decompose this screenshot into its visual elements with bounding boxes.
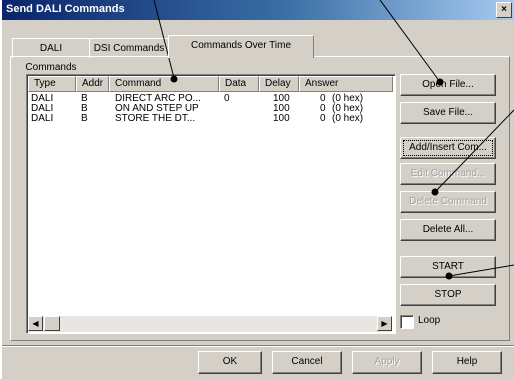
cell-addr: B — [81, 113, 88, 124]
column-header-data[interactable]: Data — [219, 76, 259, 92]
column-header-command[interactable]: Command — [109, 76, 219, 92]
cell-type: DALI — [31, 113, 54, 124]
help-button[interactable]: Help — [432, 351, 502, 374]
ok-button[interactable]: OK — [198, 351, 262, 374]
apply-button[interactable]: Apply — [352, 351, 422, 374]
dialog-window: Send DALI Commands × DALI Commands DSI C… — [2, 0, 514, 379]
scroll-right-button[interactable]: ▶ — [377, 316, 392, 331]
tab-commands-over-time[interactable]: Commands Over Time — [168, 35, 314, 58]
scroll-left-button[interactable]: ◀ — [28, 316, 43, 331]
title-bar: Send DALI Commands × — [2, 0, 514, 20]
command-list[interactable]: Type Addr Command Data Delay Answer DALI… — [26, 74, 396, 334]
delete-all-button[interactable]: Delete All... — [400, 219, 496, 241]
column-header-delay[interactable]: Delay — [259, 76, 299, 92]
edit-command-button[interactable]: Edit Command... — [400, 163, 496, 185]
close-icon: × — [501, 4, 507, 15]
column-header-addr[interactable]: Addr — [76, 76, 109, 92]
scroll-thumb[interactable] — [44, 316, 60, 331]
tab-dali-commands[interactable]: DALI Commands — [12, 38, 90, 73]
save-file-button[interactable]: Save File... — [400, 102, 496, 124]
stop-button[interactable]: STOP — [400, 284, 496, 306]
loop-label: Loop — [418, 315, 441, 326]
column-header-answer[interactable]: Answer — [299, 76, 393, 92]
horizontal-scrollbar[interactable]: ◀ ▶ — [28, 316, 392, 332]
tab-label: Commands Over Time — [190, 40, 292, 51]
cell-delay: 100 — [273, 113, 290, 124]
cell-command: STORE THE DT... — [115, 113, 196, 124]
column-header-type[interactable]: Type — [28, 76, 76, 92]
close-button[interactable]: × — [496, 2, 512, 18]
add-insert-command-button[interactable]: Add/Insert Com... — [400, 137, 496, 159]
delete-command-button[interactable]: Delete Command — [400, 191, 496, 213]
arrow-left-icon: ◀ — [32, 319, 39, 328]
cell-answer-hex: (0 hex) — [332, 113, 364, 124]
tab-dsi-commands[interactable]: DSI Commands — [89, 38, 169, 58]
open-file-button[interactable]: Open File... — [400, 74, 496, 96]
window-title: Send DALI Commands — [6, 3, 125, 15]
loop-checkbox[interactable] — [400, 315, 414, 329]
arrow-right-icon: ▶ — [381, 319, 388, 328]
cell-data: 0 — [224, 93, 230, 104]
cell-answer-value: 0 — [320, 113, 326, 124]
start-button[interactable]: START — [400, 256, 496, 278]
tab-label: DSI Commands — [93, 43, 165, 54]
cancel-button[interactable]: Cancel — [272, 351, 342, 374]
divider — [2, 345, 514, 347]
